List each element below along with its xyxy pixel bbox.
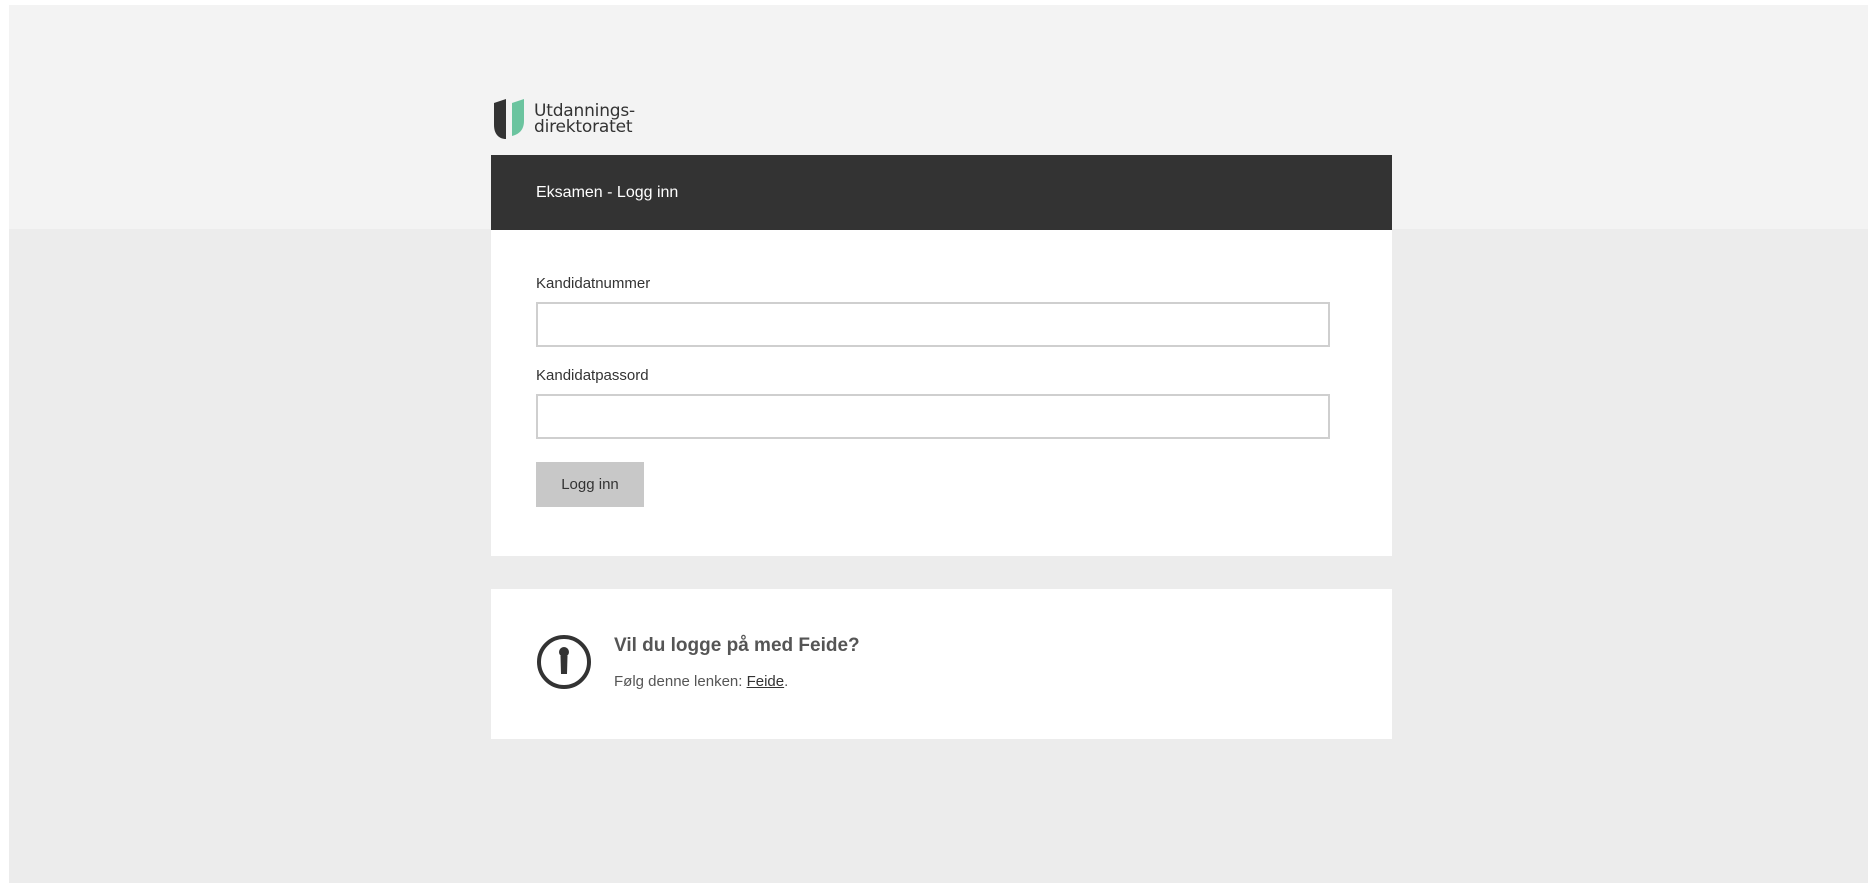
feide-info-card: Vil du logge på med Feide? Følg denne le…: [491, 589, 1392, 739]
udir-logo-icon: [494, 99, 524, 139]
candidate-number-input[interactable]: [536, 302, 1330, 347]
login-form: Kandidatnummer Kandidatpassord Logg inn: [491, 230, 1392, 556]
logo-line-2: direktoratet: [534, 117, 633, 137]
page-viewport: Utdannings- direktoratet Eksamen - Logg …: [9, 5, 1868, 883]
feide-info-title: Vil du logge på med Feide?: [614, 635, 860, 656]
keyhole-info-icon: [537, 635, 591, 689]
candidate-number-label: Kandidatnummer: [536, 275, 651, 292]
candidate-password-label: Kandidatpassord: [536, 367, 649, 384]
feide-link-prefix: Følg denne lenken:: [614, 673, 747, 690]
candidate-password-input[interactable]: [536, 394, 1330, 439]
login-card-header: Eksamen - Logg inn: [491, 155, 1392, 230]
feide-info-line: Følg denne lenken: Feide.: [614, 673, 860, 690]
feide-link-suffix: .: [784, 673, 789, 690]
login-card-title: Eksamen - Logg inn: [536, 183, 679, 201]
feide-link[interactable]: Feide: [747, 673, 785, 690]
logo-text: Utdannings- direktoratet: [534, 103, 635, 137]
udir-logo[interactable]: Utdannings- direktoratet: [492, 99, 635, 139]
feide-info-text: Vil du logge på med Feide? Følg denne le…: [614, 633, 860, 739]
login-button[interactable]: Logg inn: [536, 462, 644, 507]
